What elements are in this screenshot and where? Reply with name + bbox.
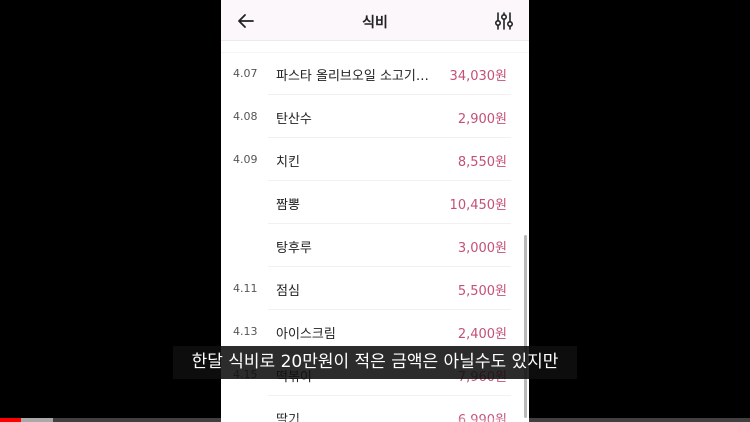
expense-row[interactable]: 4.08 탄산수 2,900원 (221, 95, 529, 138)
expense-name: 치킨 (276, 155, 300, 170)
expense-row[interactable]: 짬뽕 10,450원 (221, 181, 529, 224)
expense-amount: 2,400원 (457, 327, 507, 342)
expense-name: 짬뽕 (276, 198, 300, 213)
progress-played (0, 418, 21, 422)
expense-row[interactable]: 탕후루 3,000원 (221, 224, 529, 267)
expense-row[interactable]: 4.09 치킨 8,550원 (221, 138, 529, 181)
expense-amount: 5,500원 (457, 284, 507, 299)
expense-name: 탕후루 (276, 241, 312, 256)
expense-amount: 3,000원 (457, 241, 507, 256)
expense-date: 4.09 (233, 153, 258, 166)
expense-name: 파스타 올리브오일 소고기… (276, 69, 429, 84)
expense-date: 4.13 (233, 325, 258, 338)
expense-name: 탄산수 (276, 112, 312, 127)
expense-name: 점심 (276, 284, 300, 299)
expense-amount: 2,900원 (457, 112, 507, 127)
video-frame: 식비 4.07 파스타 올리브오일 소고기… 34,030원 4.08 탄산수 2,900… (0, 0, 750, 422)
video-subtitle: 한달 식비로 20만원이 적은 금액은 아닐수도 있지만 (173, 346, 577, 379)
expense-amount: 8,550원 (457, 155, 507, 170)
video-progress-bar[interactable] (0, 418, 750, 422)
expense-row[interactable]: 4.07 파스타 올리브오일 소고기… 34,030원 (221, 52, 529, 95)
expense-amount: 10,450원 (449, 198, 507, 213)
sliders-icon[interactable] (493, 10, 515, 32)
page-title: 식비 (362, 15, 388, 31)
expense-date: 4.11 (233, 282, 258, 295)
expense-date: 4.08 (233, 110, 258, 123)
scrollbar[interactable] (524, 235, 527, 418)
app-header: 식비 (221, 0, 529, 41)
expense-date: 4.07 (233, 67, 258, 80)
expense-name: 아이스크림 (276, 327, 336, 342)
expense-amount: 34,030원 (449, 69, 507, 84)
expense-row[interactable]: 4.11 점심 5,500원 (221, 267, 529, 310)
